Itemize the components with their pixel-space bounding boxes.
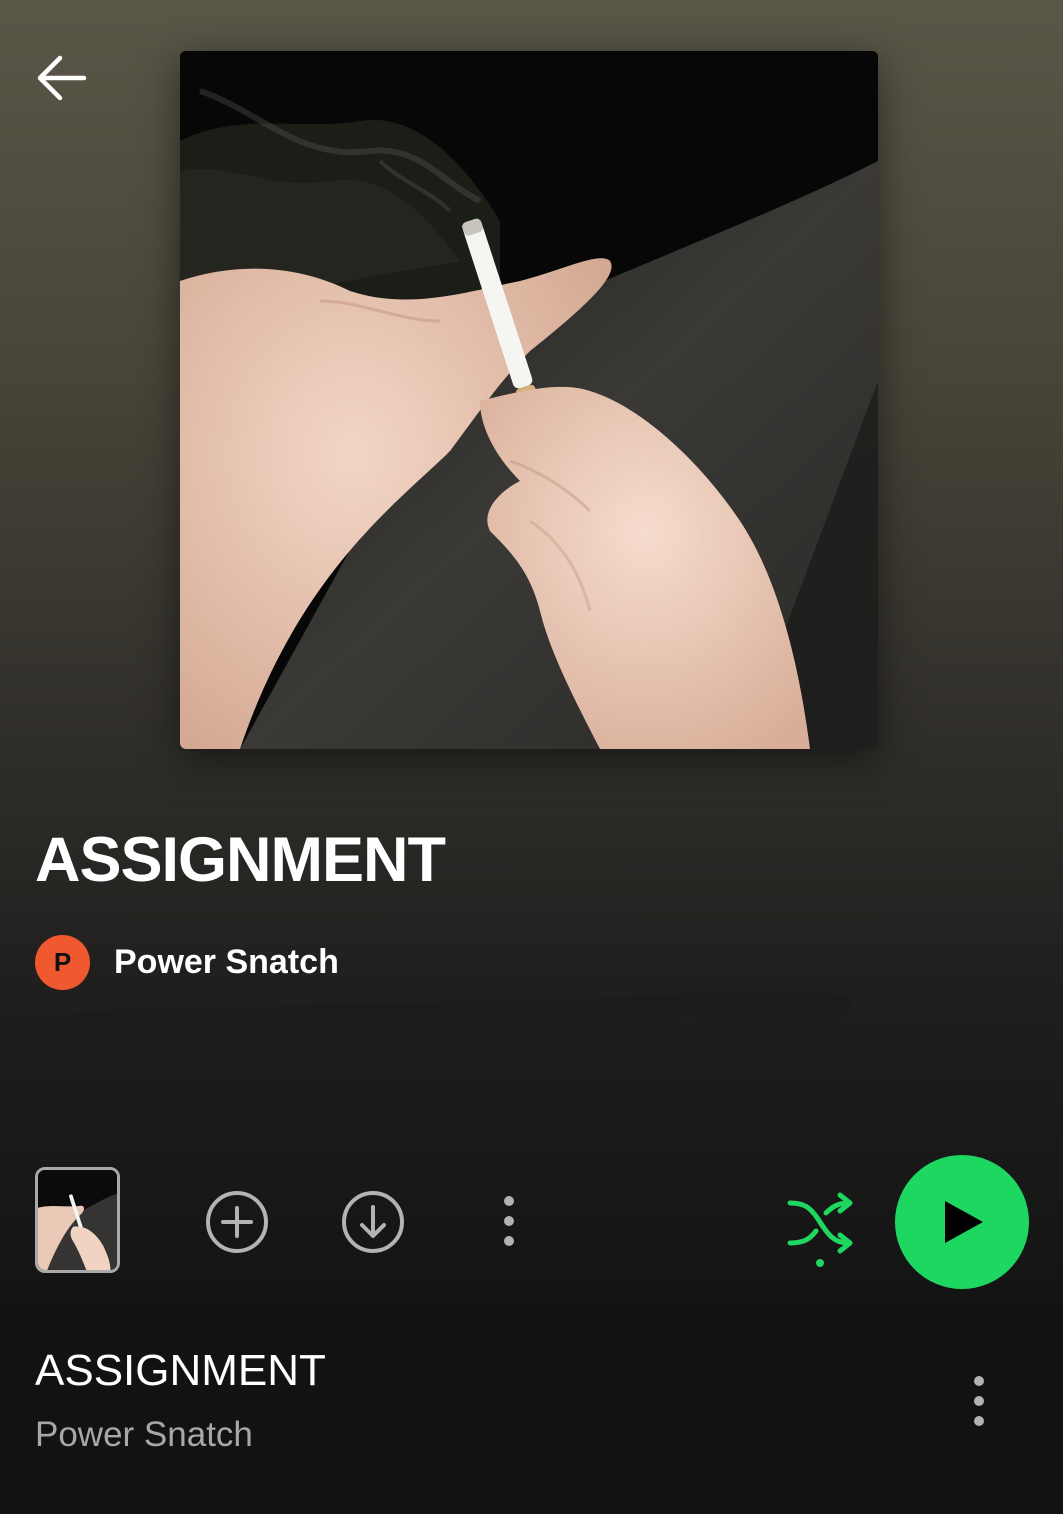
album-title: ASSIGNMENT	[35, 825, 446, 895]
back-button[interactable]	[28, 44, 96, 112]
download-circle-icon	[342, 1191, 404, 1253]
artist-row[interactable]: P Power Snatch	[35, 934, 339, 990]
album-thumbnail-art	[38, 1170, 117, 1270]
play-icon	[945, 1201, 983, 1243]
album-thumbnail[interactable]	[35, 1167, 120, 1273]
artist-avatar[interactable]: P	[35, 934, 90, 990]
track-row[interactable]	[0, 1305, 1063, 1514]
shuffle-icon	[787, 1192, 853, 1267]
artist-name[interactable]: Power Snatch	[114, 943, 339, 982]
more-options-button[interactable]	[478, 1186, 540, 1256]
album-cover	[180, 51, 878, 749]
track-title[interactable]: ASSIGNMENT	[35, 1346, 326, 1396]
track-artist: Power Snatch	[35, 1415, 253, 1454]
play-button[interactable]	[895, 1155, 1029, 1289]
track-more-options-button[interactable]	[948, 1366, 1010, 1436]
plus-circle-icon	[206, 1191, 268, 1253]
shuffle-button[interactable]	[782, 1185, 862, 1275]
add-to-playlist-button[interactable]	[203, 1188, 271, 1256]
more-vertical-icon	[974, 1376, 984, 1426]
redacted-scribble	[0, 991, 851, 1102]
more-vertical-icon	[504, 1196, 514, 1246]
download-button[interactable]	[339, 1188, 407, 1256]
arrow-left-icon	[37, 55, 87, 101]
album-cover-art	[180, 51, 878, 749]
artist-avatar-initial: P	[53, 946, 72, 977]
